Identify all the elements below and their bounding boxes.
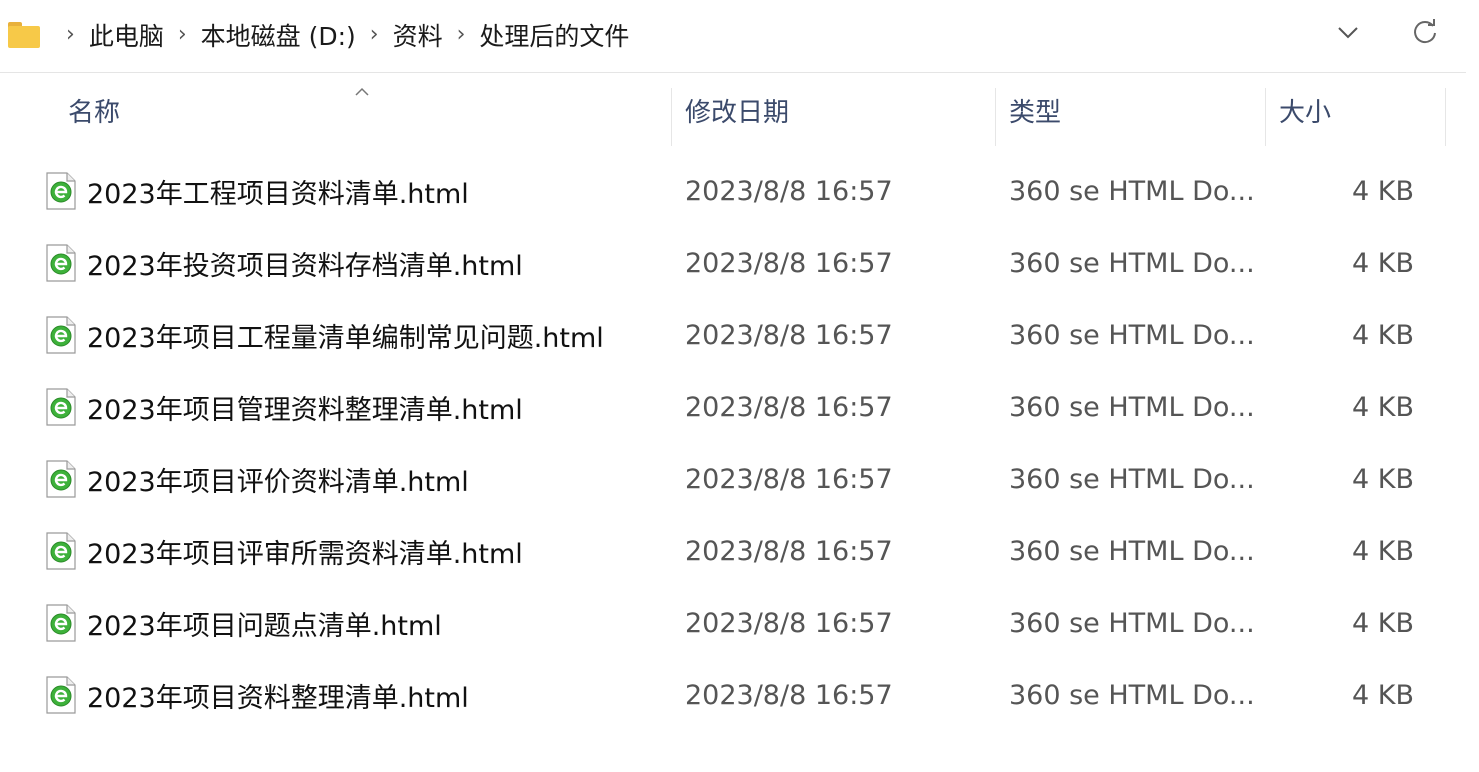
chevron-right-icon[interactable]: › <box>457 22 466 47</box>
folder-icon <box>8 22 40 48</box>
file-size: 4 KB <box>1352 535 1414 567</box>
file-row[interactable]: 2023年项目工程量清单编制常见问题.html 2023/8/8 16:57 3… <box>0 299 1466 371</box>
breadcrumb-item-this-pc[interactable]: 此电脑 <box>89 17 164 53</box>
html-file-icon <box>45 676 77 714</box>
file-name: 2023年项目工程量清单编制常见问题.html <box>87 322 604 354</box>
breadcrumb-item-drive-d[interactable]: 本地磁盘 (D:) <box>201 17 356 53</box>
file-size: 4 KB <box>1352 247 1414 279</box>
file-type: 360 se HTML Do... <box>1009 247 1255 279</box>
file-name: 2023年投资项目资料存档清单.html <box>87 250 523 282</box>
file-date: 2023/8/8 16:57 <box>685 247 893 279</box>
file-row[interactable]: 2023年项目管理资料整理清单.html 2023/8/8 16:57 360 … <box>0 371 1466 443</box>
file-date: 2023/8/8 16:57 <box>685 391 893 423</box>
breadcrumb-item-processed-files[interactable]: 处理后的文件 <box>479 17 629 53</box>
scrollbar-track[interactable] <box>1466 0 1479 772</box>
html-file-icon <box>45 604 77 642</box>
html-file-icon <box>45 244 77 282</box>
column-divider[interactable] <box>671 88 672 146</box>
file-date: 2023/8/8 16:57 <box>685 175 893 207</box>
refresh-icon[interactable] <box>1410 17 1440 47</box>
column-header-row: 名称 修改日期 类型 大小 <box>0 74 1466 146</box>
chevron-right-icon[interactable]: › <box>370 22 379 47</box>
file-row[interactable]: 2023年项目评审所需资料清单.html 2023/8/8 16:57 360 … <box>0 515 1466 587</box>
file-size: 4 KB <box>1352 607 1414 639</box>
file-date: 2023/8/8 16:57 <box>685 463 893 495</box>
file-name: 2023年项目评审所需资料清单.html <box>87 538 523 570</box>
file-size: 4 KB <box>1352 679 1414 711</box>
file-date: 2023/8/8 16:57 <box>685 535 893 567</box>
column-header-size[interactable]: 大小 <box>1279 74 1439 146</box>
html-file-icon <box>45 388 77 426</box>
file-type: 360 se HTML Do... <box>1009 463 1255 495</box>
breadcrumb-item-materials[interactable]: 资料 <box>393 17 443 53</box>
file-row[interactable]: 2023年项目资料整理清单.html 2023/8/8 16:57 360 se… <box>0 659 1466 731</box>
column-header-date[interactable]: 修改日期 <box>685 74 985 146</box>
file-list: 2023年工程项目资料清单.html 2023/8/8 16:57 360 se… <box>0 155 1466 731</box>
file-name: 2023年工程项目资料清单.html <box>87 178 469 210</box>
file-row[interactable]: 2023年投资项目资料存档清单.html 2023/8/8 16:57 360 … <box>0 227 1466 299</box>
file-size: 4 KB <box>1352 175 1414 207</box>
file-name: 2023年项目管理资料整理清单.html <box>87 394 523 426</box>
file-date: 2023/8/8 16:57 <box>685 679 893 711</box>
column-divider[interactable] <box>1265 88 1266 146</box>
file-type: 360 se HTML Do... <box>1009 679 1255 711</box>
file-row[interactable]: 2023年项目评价资料清单.html 2023/8/8 16:57 360 se… <box>0 443 1466 515</box>
html-file-icon <box>45 532 77 570</box>
address-bar[interactable]: › 此电脑 › 本地磁盘 (D:) › 资料 › 处理后的文件 <box>0 0 1467 73</box>
chevron-right-icon[interactable]: › <box>66 22 75 47</box>
file-name: 2023年项目评价资料清单.html <box>87 466 469 498</box>
breadcrumb: › 此电脑 › 本地磁盘 (D:) › 资料 › 处理后的文件 <box>8 0 629 70</box>
chevron-right-icon[interactable]: › <box>178 22 187 47</box>
html-file-icon <box>45 460 77 498</box>
file-row[interactable]: 2023年工程项目资料清单.html 2023/8/8 16:57 360 se… <box>0 155 1466 227</box>
file-type: 360 se HTML Do... <box>1009 175 1255 207</box>
file-size: 4 KB <box>1352 391 1414 423</box>
file-type: 360 se HTML Do... <box>1009 607 1255 639</box>
html-file-icon <box>45 316 77 354</box>
file-type: 360 se HTML Do... <box>1009 535 1255 567</box>
file-type: 360 se HTML Do... <box>1009 319 1255 351</box>
column-header-type[interactable]: 类型 <box>1009 74 1259 146</box>
file-date: 2023/8/8 16:57 <box>685 319 893 351</box>
file-date: 2023/8/8 16:57 <box>685 607 893 639</box>
html-file-icon <box>45 172 77 210</box>
file-size: 4 KB <box>1352 463 1414 495</box>
file-type: 360 se HTML Do... <box>1009 391 1255 423</box>
file-size: 4 KB <box>1352 319 1414 351</box>
file-row[interactable]: 2023年项目问题点清单.html 2023/8/8 16:57 360 se … <box>0 587 1466 659</box>
sort-ascending-icon <box>354 82 370 96</box>
file-name: 2023年项目问题点清单.html <box>87 610 442 642</box>
chevron-down-icon[interactable] <box>1334 18 1362 46</box>
column-divider[interactable] <box>1445 88 1446 146</box>
column-divider[interactable] <box>995 88 996 146</box>
file-name: 2023年项目资料整理清单.html <box>87 682 469 714</box>
